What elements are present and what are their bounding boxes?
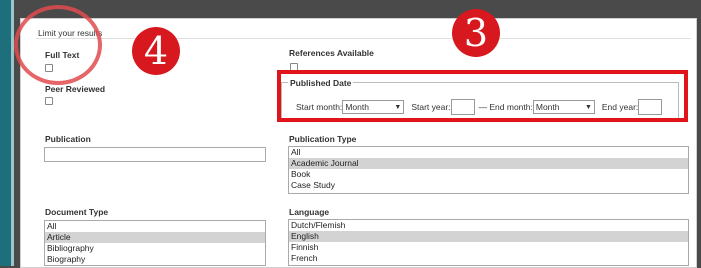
list-item-selected[interactable]: English — [289, 231, 688, 242]
list-item[interactable]: Finnish — [289, 242, 688, 253]
list-item[interactable]: Bibliography — [45, 243, 265, 254]
sidebar-strip — [0, 0, 14, 266]
highlight-ring — [14, 5, 102, 85]
publication-type-listbox[interactable]: All Academic Journal Book Case Study — [288, 146, 689, 194]
step-badge-4: 4 — [132, 27, 180, 75]
list-item[interactable]: Dutch/Flemish — [289, 220, 688, 231]
list-item[interactable]: All — [45, 221, 265, 232]
list-item[interactable]: Case Study — [289, 180, 688, 191]
document-type-listbox[interactable]: All Article Bibliography Biography — [44, 220, 266, 266]
publication-label: Publication — [45, 134, 91, 144]
list-item[interactable]: Biography — [45, 254, 265, 265]
step-badge-3: 3 — [452, 9, 500, 57]
highlight-box — [277, 70, 688, 122]
references-available-label: References Available — [289, 48, 374, 58]
publication-type-label: Publication Type — [289, 134, 357, 144]
language-listbox[interactable]: Dutch/Flemish English Finnish French — [288, 219, 689, 266]
language-label: Language — [289, 207, 330, 217]
list-item[interactable]: Book — [289, 169, 688, 180]
list-item[interactable]: French — [289, 253, 688, 264]
list-item-selected[interactable]: Article — [45, 232, 265, 243]
peer-reviewed-checkbox[interactable] — [45, 97, 53, 105]
list-item[interactable]: All — [289, 147, 688, 158]
list-item-selected[interactable]: Academic Journal — [289, 158, 688, 169]
peer-reviewed-label: Peer Reviewed — [45, 84, 106, 94]
publication-input[interactable] — [44, 147, 266, 162]
document-type-label: Document Type — [45, 207, 109, 217]
